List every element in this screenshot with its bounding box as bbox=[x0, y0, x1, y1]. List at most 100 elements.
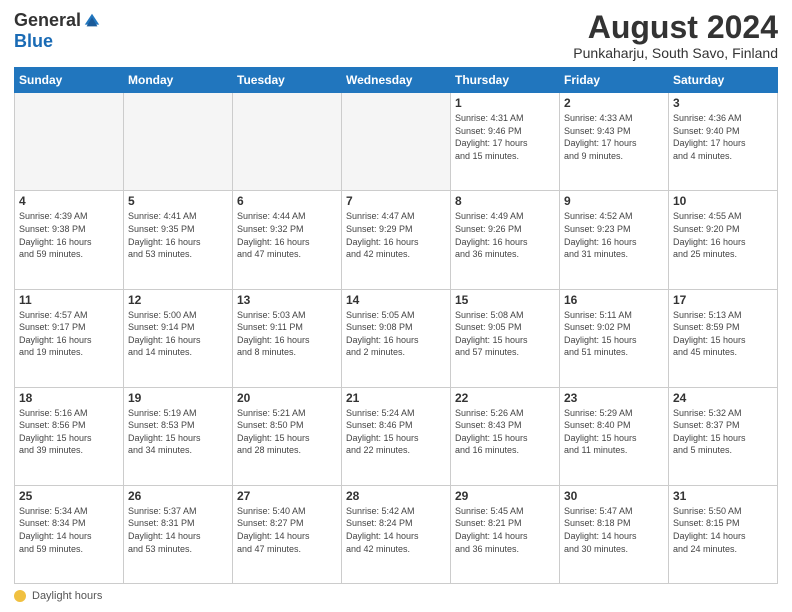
day-number: 27 bbox=[237, 489, 337, 503]
day-info: Sunrise: 4:36 AM Sunset: 9:40 PM Dayligh… bbox=[673, 112, 773, 162]
day-info: Sunrise: 4:47 AM Sunset: 9:29 PM Dayligh… bbox=[346, 210, 446, 260]
day-number: 8 bbox=[455, 194, 555, 208]
subtitle: Punkaharju, South Savo, Finland bbox=[573, 45, 778, 61]
day-number: 29 bbox=[455, 489, 555, 503]
main-title: August 2024 bbox=[573, 10, 778, 45]
logo: General Blue bbox=[14, 10, 101, 52]
day-info: Sunrise: 5:03 AM Sunset: 9:11 PM Dayligh… bbox=[237, 309, 337, 359]
day-number: 23 bbox=[564, 391, 664, 405]
day-number: 5 bbox=[128, 194, 228, 208]
header: General Blue August 2024 Punkaharju, Sou… bbox=[14, 10, 778, 61]
day-info: Sunrise: 5:21 AM Sunset: 8:50 PM Dayligh… bbox=[237, 407, 337, 457]
day-number: 10 bbox=[673, 194, 773, 208]
day-info: Sunrise: 4:52 AM Sunset: 9:23 PM Dayligh… bbox=[564, 210, 664, 260]
calendar-cell: 9 Sunrise: 4:52 AM Sunset: 9:23 PM Daylig… bbox=[560, 191, 669, 289]
calendar-cell: 7 Sunrise: 4:47 AM Sunset: 9:29 PM Daylig… bbox=[342, 191, 451, 289]
day-number: 16 bbox=[564, 293, 664, 307]
day-number: 13 bbox=[237, 293, 337, 307]
day-number: 20 bbox=[237, 391, 337, 405]
calendar-cell: 18 Sunrise: 5:16 AM Sunset: 8:56 PM Dayli… bbox=[15, 387, 124, 485]
day-number: 1 bbox=[455, 96, 555, 110]
day-number: 7 bbox=[346, 194, 446, 208]
calendar-cell: 4Sunrise: 4:39 AM Sunset: 9:38 PM Daylig… bbox=[15, 191, 124, 289]
day-number: 21 bbox=[346, 391, 446, 405]
day-number: 3 bbox=[673, 96, 773, 110]
day-info: Sunrise: 4:49 AM Sunset: 9:26 PM Dayligh… bbox=[455, 210, 555, 260]
calendar-cell: 11 Sunrise: 4:57 AM Sunset: 9:17 PM Dayli… bbox=[15, 289, 124, 387]
page: General Blue August 2024 Punkaharju, Sou… bbox=[0, 0, 792, 612]
week-row-4: 18 Sunrise: 5:16 AM Sunset: 8:56 PM Dayli… bbox=[15, 387, 778, 485]
calendar-cell: 12 Sunrise: 5:00 AM Sunset: 9:14 PM Dayli… bbox=[124, 289, 233, 387]
calendar-cell: 14Sunrise: 5:05 AM Sunset: 9:08 PM Dayli… bbox=[342, 289, 451, 387]
day-info: Sunrise: 5:37 AM Sunset: 8:31 PM Dayligh… bbox=[128, 505, 228, 555]
week-row-2: 4Sunrise: 4:39 AM Sunset: 9:38 PM Daylig… bbox=[15, 191, 778, 289]
day-number: 26 bbox=[128, 489, 228, 503]
col-monday: Monday bbox=[124, 68, 233, 93]
calendar-cell: 20 Sunrise: 5:21 AM Sunset: 8:50 PM Dayli… bbox=[233, 387, 342, 485]
day-info: Sunrise: 5:32 AM Sunset: 8:37 PM Dayligh… bbox=[673, 407, 773, 457]
day-info: Sunrise: 5:08 AM Sunset: 9:05 PM Dayligh… bbox=[455, 309, 555, 359]
calendar-cell: 2 Sunrise: 4:33 AM Sunset: 9:43 PM Daylig… bbox=[560, 93, 669, 191]
day-number: 17 bbox=[673, 293, 773, 307]
col-tuesday: Tuesday bbox=[233, 68, 342, 93]
day-number: 18 bbox=[19, 391, 119, 405]
week-row-1: 1Sunrise: 4:31 AM Sunset: 9:46 PM Daylig… bbox=[15, 93, 778, 191]
day-info: Sunrise: 5:50 AM Sunset: 8:15 PM Dayligh… bbox=[673, 505, 773, 555]
day-info: Sunrise: 4:57 AM Sunset: 9:17 PM Dayligh… bbox=[19, 309, 119, 359]
day-number: 12 bbox=[128, 293, 228, 307]
calendar-cell: 10 Sunrise: 4:55 AM Sunset: 9:20 PM Dayli… bbox=[669, 191, 778, 289]
day-info: Sunrise: 4:41 AM Sunset: 9:35 PM Dayligh… bbox=[128, 210, 228, 260]
day-info: Sunrise: 4:44 AM Sunset: 9:32 PM Dayligh… bbox=[237, 210, 337, 260]
calendar-cell: 15 Sunrise: 5:08 AM Sunset: 9:05 PM Dayli… bbox=[451, 289, 560, 387]
calendar-cell: 23 Sunrise: 5:29 AM Sunset: 8:40 PM Dayli… bbox=[560, 387, 669, 485]
day-info: Sunrise: 5:40 AM Sunset: 8:27 PM Dayligh… bbox=[237, 505, 337, 555]
day-info: Sunrise: 4:55 AM Sunset: 9:20 PM Dayligh… bbox=[673, 210, 773, 260]
day-number: 19 bbox=[128, 391, 228, 405]
calendar-cell: 22 Sunrise: 5:26 AM Sunset: 8:43 PM Dayli… bbox=[451, 387, 560, 485]
calendar-cell: 30Sunrise: 5:47 AM Sunset: 8:18 PM Dayli… bbox=[560, 485, 669, 583]
calendar-cell: 1Sunrise: 4:31 AM Sunset: 9:46 PM Daylig… bbox=[451, 93, 560, 191]
footer-label: Daylight hours bbox=[32, 590, 102, 602]
day-number: 30 bbox=[564, 489, 664, 503]
calendar-cell: 6Sunrise: 4:44 AM Sunset: 9:32 PM Daylig… bbox=[233, 191, 342, 289]
day-info: Sunrise: 5:45 AM Sunset: 8:21 PM Dayligh… bbox=[455, 505, 555, 555]
day-info: Sunrise: 5:11 AM Sunset: 9:02 PM Dayligh… bbox=[564, 309, 664, 359]
day-info: Sunrise: 4:33 AM Sunset: 9:43 PM Dayligh… bbox=[564, 112, 664, 162]
calendar-cell: 13 Sunrise: 5:03 AM Sunset: 9:11 PM Dayli… bbox=[233, 289, 342, 387]
title-section: August 2024 Punkaharju, South Savo, Finl… bbox=[573, 10, 778, 61]
calendar-cell: 3 Sunrise: 4:36 AM Sunset: 9:40 PM Daylig… bbox=[669, 93, 778, 191]
calendar-cell bbox=[233, 93, 342, 191]
calendar-cell: 24Sunrise: 5:32 AM Sunset: 8:37 PM Dayli… bbox=[669, 387, 778, 485]
calendar-cell: 19 Sunrise: 5:19 AM Sunset: 8:53 PM Dayli… bbox=[124, 387, 233, 485]
footer: Daylight hours bbox=[14, 588, 778, 602]
calendar-cell: 5 Sunrise: 4:41 AM Sunset: 9:35 PM Daylig… bbox=[124, 191, 233, 289]
day-number: 25 bbox=[19, 489, 119, 503]
calendar-cell: 8 Sunrise: 4:49 AM Sunset: 9:26 PM Daylig… bbox=[451, 191, 560, 289]
day-info: Sunrise: 5:26 AM Sunset: 8:43 PM Dayligh… bbox=[455, 407, 555, 457]
daylight-indicator bbox=[14, 590, 26, 602]
col-friday: Friday bbox=[560, 68, 669, 93]
col-wednesday: Wednesday bbox=[342, 68, 451, 93]
calendar-cell: 28Sunrise: 5:42 AM Sunset: 8:24 PM Dayli… bbox=[342, 485, 451, 583]
day-info: Sunrise: 5:29 AM Sunset: 8:40 PM Dayligh… bbox=[564, 407, 664, 457]
logo-general-text: General bbox=[14, 10, 81, 31]
col-thursday: Thursday bbox=[451, 68, 560, 93]
day-number: 22 bbox=[455, 391, 555, 405]
day-number: 15 bbox=[455, 293, 555, 307]
col-saturday: Saturday bbox=[669, 68, 778, 93]
day-number: 28 bbox=[346, 489, 446, 503]
week-row-5: 25Sunrise: 5:34 AM Sunset: 8:34 PM Dayli… bbox=[15, 485, 778, 583]
day-number: 11 bbox=[19, 293, 119, 307]
logo-blue-text: Blue bbox=[14, 31, 53, 52]
logo-icon bbox=[83, 12, 101, 30]
day-number: 9 bbox=[564, 194, 664, 208]
day-info: Sunrise: 5:19 AM Sunset: 8:53 PM Dayligh… bbox=[128, 407, 228, 457]
calendar-cell bbox=[15, 93, 124, 191]
calendar-cell bbox=[124, 93, 233, 191]
day-number: 2 bbox=[564, 96, 664, 110]
calendar-cell: 25Sunrise: 5:34 AM Sunset: 8:34 PM Dayli… bbox=[15, 485, 124, 583]
calendar-cell: 26 Sunrise: 5:37 AM Sunset: 8:31 PM Dayli… bbox=[124, 485, 233, 583]
day-info: Sunrise: 5:00 AM Sunset: 9:14 PM Dayligh… bbox=[128, 309, 228, 359]
day-info: Sunrise: 5:16 AM Sunset: 8:56 PM Dayligh… bbox=[19, 407, 119, 457]
calendar-cell: 16 Sunrise: 5:11 AM Sunset: 9:02 PM Dayli… bbox=[560, 289, 669, 387]
